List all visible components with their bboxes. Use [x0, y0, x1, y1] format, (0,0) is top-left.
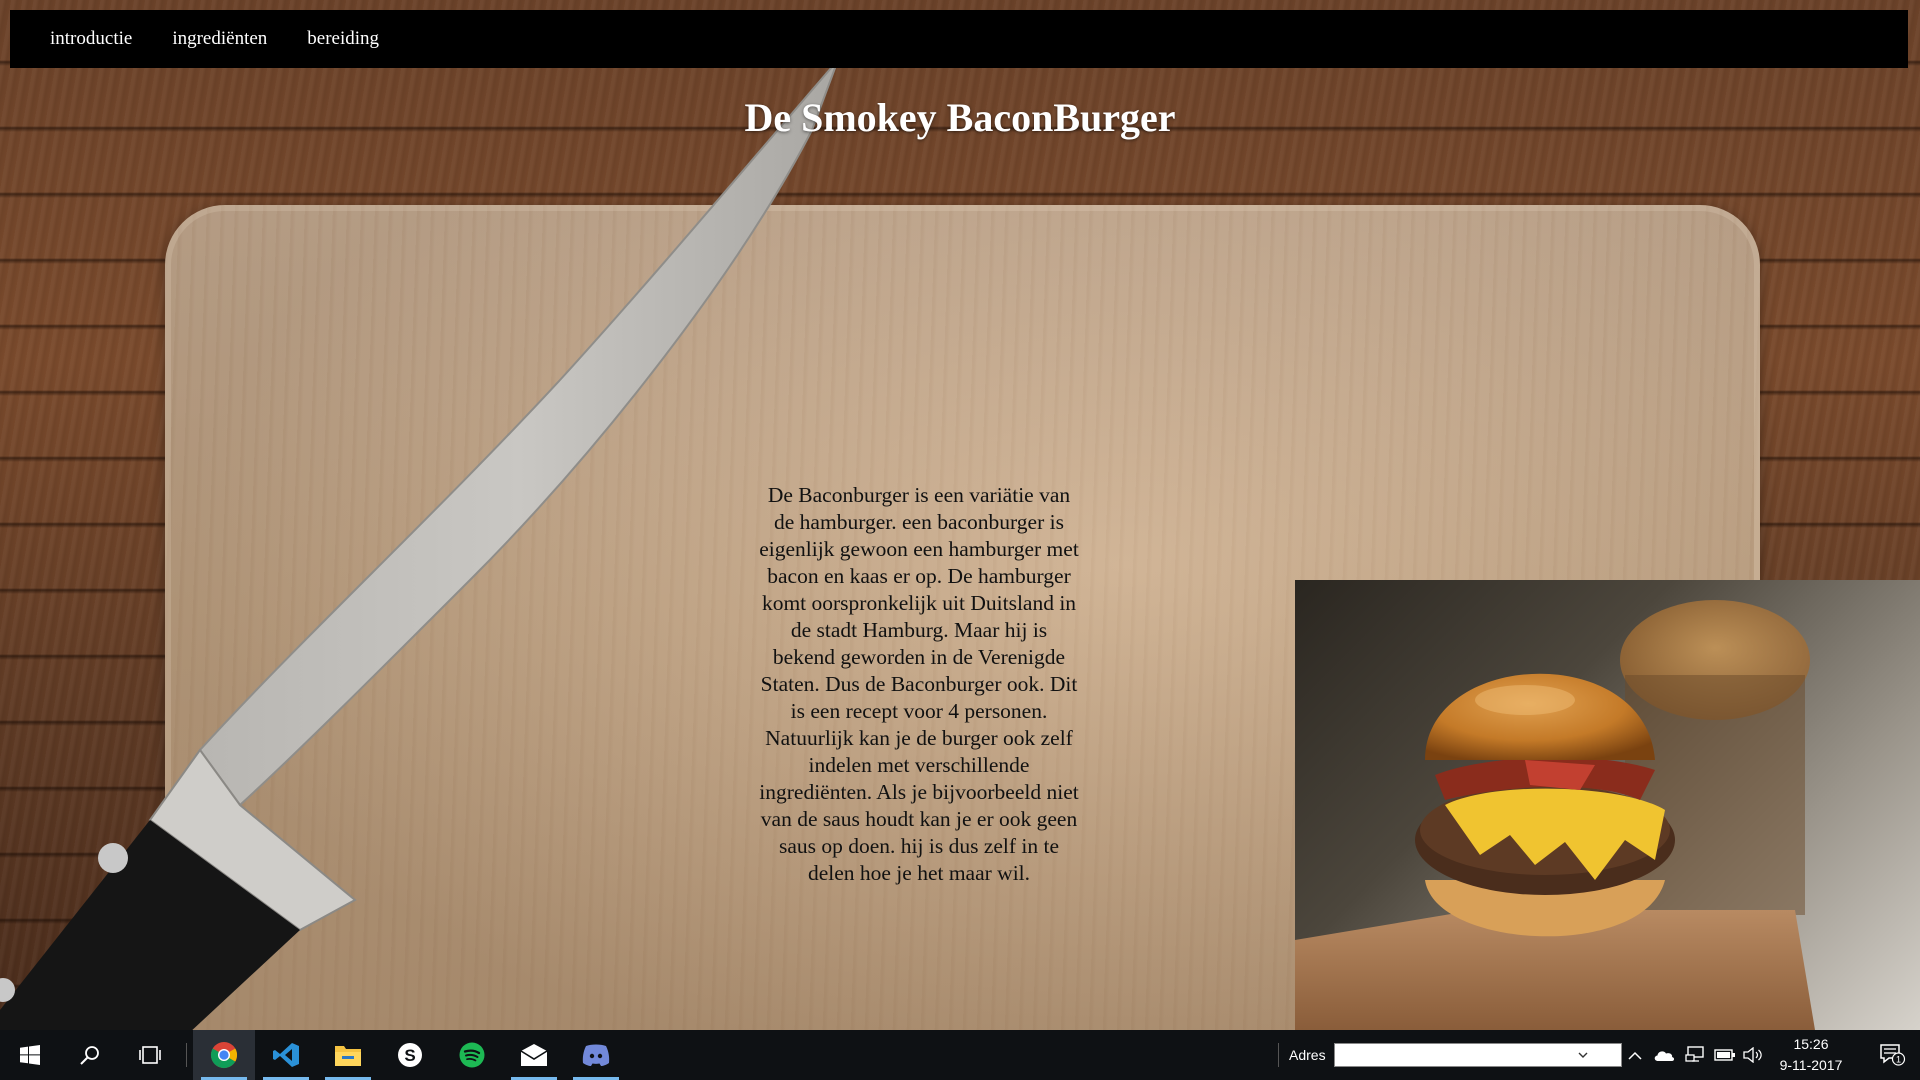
address-go-button[interactable]	[1594, 1043, 1620, 1067]
show-hidden-icons-button[interactable]	[1624, 1030, 1646, 1080]
task-view-icon	[139, 1046, 161, 1064]
file-explorer-icon	[335, 1046, 361, 1066]
address-label: Adres	[1289, 1047, 1326, 1063]
chrome-icon	[210, 1042, 238, 1069]
intro-text: De Baconburger is een variätie van de ha…	[759, 483, 1079, 885]
search-icon	[80, 1046, 99, 1065]
address-dropdown-button[interactable]	[1574, 1044, 1592, 1066]
taskbar-separator	[186, 1043, 187, 1067]
nav-link-bereiding[interactable]: bereiding	[287, 28, 399, 50]
taskbar-app-skype[interactable]: S	[379, 1030, 441, 1080]
burger-photo	[1295, 580, 1920, 1030]
chevron-up-icon	[1628, 1051, 1642, 1060]
taskbar-app-discord[interactable]	[565, 1030, 627, 1080]
start-button[interactable]	[0, 1030, 60, 1080]
taskbar-app-chrome[interactable]	[193, 1030, 255, 1080]
tray-volume[interactable]	[1740, 1030, 1766, 1080]
skype-icon: S	[398, 1043, 422, 1067]
speaker-icon	[1743, 1047, 1762, 1063]
battery-icon	[1714, 1049, 1735, 1061]
discord-icon	[582, 1044, 610, 1066]
chevron-down-icon	[1578, 1052, 1588, 1058]
tray-onedrive[interactable]	[1650, 1030, 1678, 1080]
toolbar-separator	[1278, 1043, 1279, 1067]
network-icon	[1685, 1046, 1704, 1062]
refresh-icon	[1601, 1047, 1613, 1061]
taskbar-clock[interactable]: 15:26 9-11-2017	[1766, 1034, 1856, 1076]
top-nav: introductie ingrediënten bereiding	[10, 10, 1908, 68]
nav-link-introductie[interactable]: introductie	[30, 28, 152, 50]
tray-network[interactable]	[1682, 1030, 1708, 1080]
nav-link-ingredienten[interactable]: ingrediënten	[152, 28, 287, 50]
mail-icon	[520, 1044, 548, 1066]
svg-text:S: S	[404, 1046, 415, 1065]
vscode-icon	[273, 1043, 299, 1067]
notification-icon: 1	[1880, 1044, 1906, 1066]
action-center-button[interactable]: 1	[1866, 1030, 1920, 1080]
page-title: De Smokey BaconBurger	[744, 95, 1176, 140]
taskbar-app-spotify[interactable]	[441, 1030, 503, 1080]
tray-battery[interactable]	[1712, 1030, 1738, 1080]
search-button[interactable]	[60, 1030, 120, 1080]
notification-count: 1	[1896, 1055, 1901, 1065]
spotify-icon	[459, 1042, 485, 1068]
cloud-icon	[1654, 1051, 1675, 1061]
clock-time: 15:26	[1793, 1036, 1829, 1052]
taskbar-app-mail[interactable]	[503, 1030, 565, 1080]
taskbar-app-file-explorer[interactable]	[317, 1030, 379, 1080]
address-toolbar: Adres	[1272, 1030, 1622, 1080]
task-view-button[interactable]	[120, 1030, 180, 1080]
windows-logo-icon	[20, 1045, 40, 1065]
taskbar-app-vscode[interactable]	[255, 1030, 317, 1080]
clock-date: 9-11-2017	[1779, 1057, 1843, 1073]
